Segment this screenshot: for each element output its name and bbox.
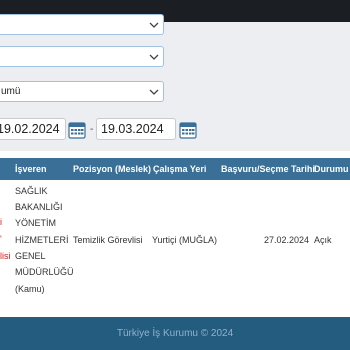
footer: Türkiye İş Kurumu © 2024 (0, 317, 350, 350)
filter-select-1[interactable] (0, 14, 164, 35)
employer-name-line: GENEL (15, 251, 46, 261)
date-separator: - (90, 124, 94, 135)
cut-off-text: ' (0, 234, 2, 244)
calendar-icon[interactable] (68, 121, 86, 139)
column-header-date[interactable]: Başvuru/Seçme Tarihi (221, 158, 315, 180)
table-header: İşveren Pozisyon (Meslek) Çalışma Yeri B… (0, 158, 350, 180)
date-to-value: 19.03.2024 (101, 122, 164, 136)
filter-select-3-value: umü (1, 86, 21, 97)
employer-name-line: HİZMETLERİ (15, 235, 69, 245)
chevron-down-icon (149, 22, 159, 28)
status-cell: Açık (314, 235, 332, 245)
filter-select-3[interactable]: umü (0, 81, 164, 102)
date-from-input[interactable]: 19.02.2024 (0, 118, 66, 140)
date-from-value: 19.02.2024 (0, 122, 60, 136)
column-header-location[interactable]: Çalışma Yeri (153, 158, 206, 180)
date-to-input[interactable]: 19.03.2024 (96, 118, 176, 140)
employer-name-line: BAKANLIĞI (15, 202, 63, 212)
filter-select-2[interactable] (0, 46, 164, 67)
footer-copyright: Türkiye İş Kurumu © 2024 (116, 328, 234, 339)
employer-name-line: (Kamu) (15, 284, 45, 294)
column-header-status[interactable]: Durumu (314, 158, 349, 180)
location-cell: Yurtiçi (MUĞLA) (152, 235, 218, 245)
column-header-employer[interactable]: İşveren (15, 158, 47, 180)
chevron-down-icon (149, 54, 159, 60)
results-table: İşveren Pozisyon (Meslek) Çalışma Yeri B… (0, 151, 350, 317)
column-header-position[interactable]: Pozisyon (Meslek) (73, 158, 151, 180)
employer-name-line: YÖNETİM (15, 218, 57, 228)
employer-name-line: MÜDÜRLÜĞÜ (15, 267, 74, 277)
date-cell: 27.02.2024 (264, 235, 310, 245)
cut-off-text: lisi (0, 251, 11, 261)
employer-name-line: SAĞLIK (15, 186, 48, 196)
cut-off-text: i (0, 217, 2, 227)
calendar-icon[interactable] (179, 121, 197, 139)
chevron-down-icon (149, 89, 159, 95)
position-cell: Temizlik Görevlisi (73, 235, 143, 245)
